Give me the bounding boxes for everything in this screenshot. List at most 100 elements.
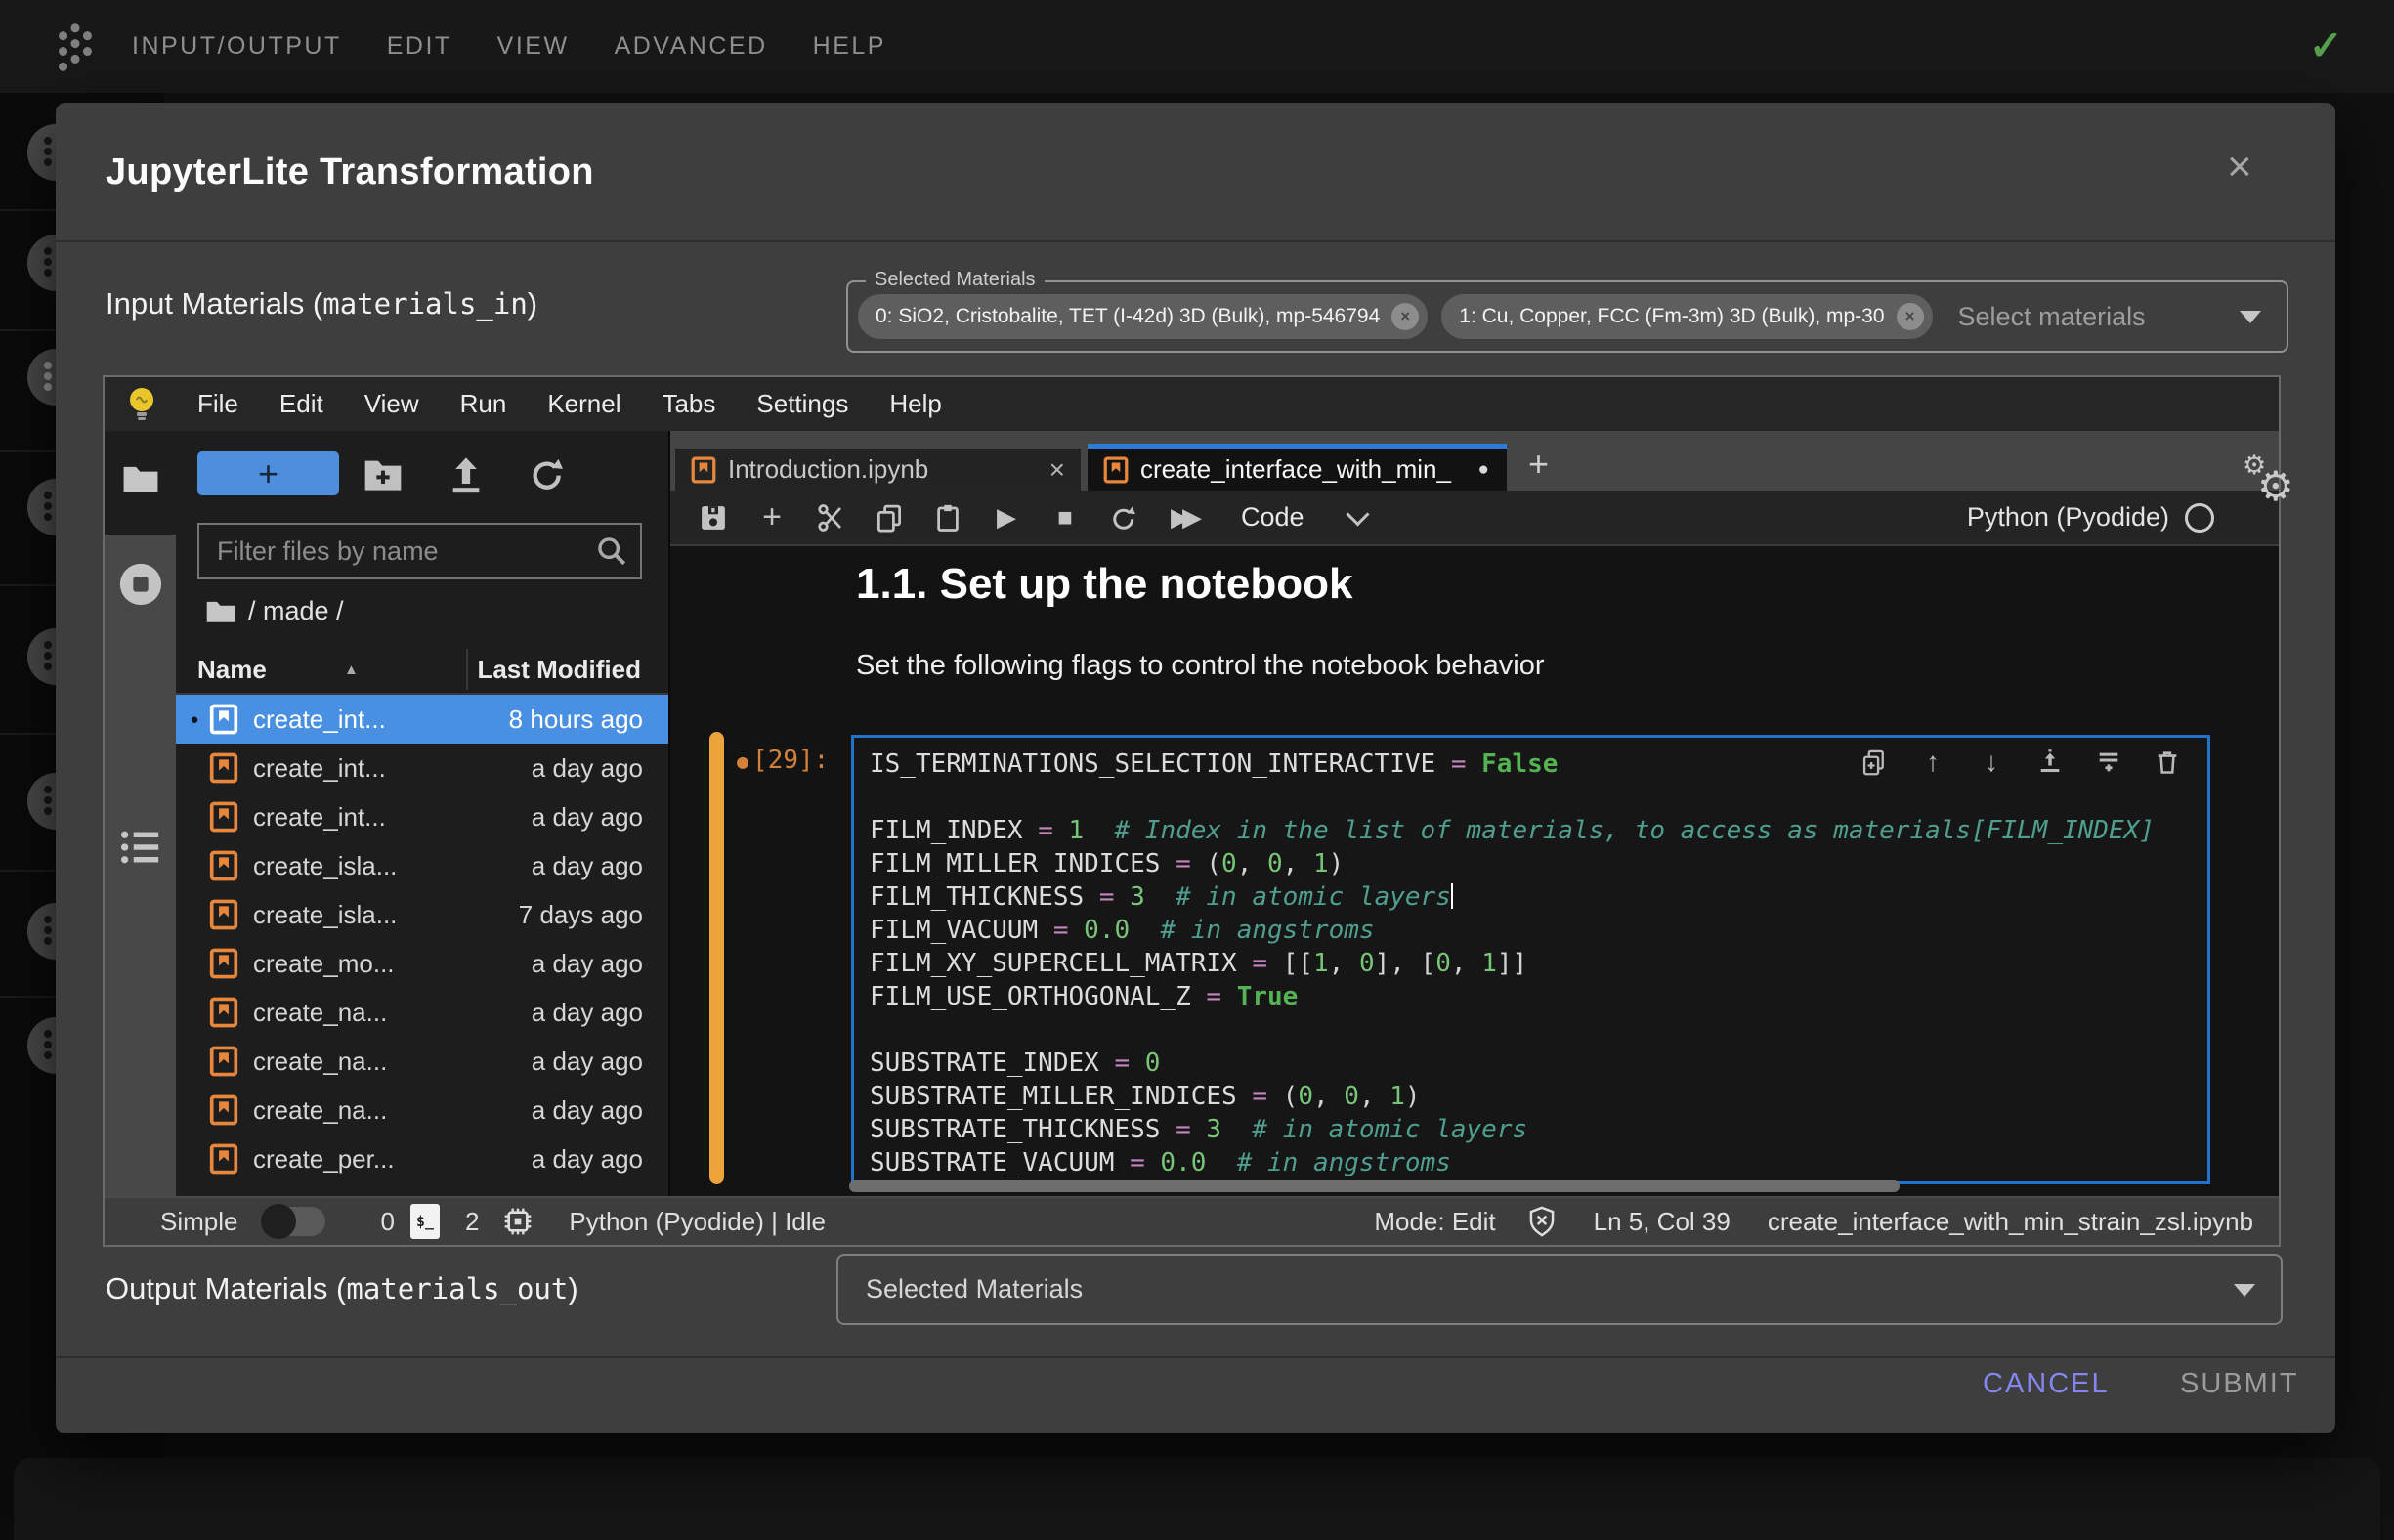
kernel-name[interactable]: Python (Pyodide) [1967, 502, 2169, 533]
delete-cell-icon[interactable] [2153, 748, 2182, 777]
material-chip[interactable]: 0: SiO2, Cristobalite, TET (I-42d) 3D (B… [858, 294, 1428, 339]
jupyter-menu-settings[interactable]: Settings [736, 389, 869, 419]
mode-indicator[interactable]: Mode: Edit [1374, 1207, 1495, 1237]
upload-icon[interactable] [447, 454, 486, 493]
output-materials-label: Output Materials (materials_out) [106, 1271, 578, 1306]
new-folder-icon[interactable] [363, 454, 403, 493]
simple-mode-toggle[interactable] [261, 1207, 325, 1236]
notebook-panel: Introduction.ipynb × create_interface_wi… [670, 431, 2279, 1196]
file-row[interactable]: ● create_int... 8 hours ago [176, 695, 668, 744]
search-icon [595, 535, 628, 568]
insert-cell-below-icon[interactable] [2094, 748, 2123, 777]
paste-cells-icon[interactable] [932, 502, 963, 534]
jupyter-menu-tabs[interactable]: Tabs [641, 389, 736, 419]
menu-help[interactable]: HELP [791, 32, 909, 61]
submit-button[interactable]: SUBMIT [2174, 1367, 2305, 1401]
move-cell-up-icon[interactable]: ↑ [1918, 748, 1947, 777]
notebook-content[interactable]: 1.1. Set up the notebook Set the followi… [670, 546, 2279, 1196]
cut-cells-icon[interactable] [815, 502, 846, 534]
file-row[interactable]: ● create_na... a day ago [176, 1037, 668, 1086]
kernel-status-icon[interactable] [2185, 503, 2214, 533]
chip-delete-icon[interactable]: × [1897, 303, 1924, 330]
horizontal-scrollbar-thumb[interactable] [849, 1180, 1900, 1192]
folder-icon [205, 598, 236, 623]
stop-kernel-icon[interactable]: ■ [1049, 502, 1081, 534]
new-launcher-button[interactable]: + [197, 451, 339, 495]
tab-create-interface[interactable]: create_interface_with_min_ ● [1088, 444, 1507, 491]
menu-edit[interactable]: EDIT [364, 32, 475, 61]
jupyter-menu-edit[interactable]: Edit [259, 389, 344, 419]
filebrowser-tab-active[interactable] [105, 431, 176, 535]
sort-asc-icon[interactable]: ▲ [344, 662, 359, 678]
cell-type-select[interactable]: Code [1241, 502, 1304, 533]
menu-input-output[interactable]: INPUT/OUTPUT [109, 32, 364, 61]
chip-delete-icon[interactable]: × [1391, 303, 1419, 330]
material-chip[interactable]: 1: Cu, Copper, FCC (Fm-3m) 3D (Bulk), mp… [1441, 294, 1932, 339]
jupyter-menu-view[interactable]: View [344, 389, 440, 419]
add-tab-icon[interactable]: + [1528, 444, 1549, 485]
notebook-icon [209, 1143, 238, 1175]
cell-collapser[interactable] [709, 732, 724, 1184]
menu-view[interactable]: VIEW [475, 32, 592, 61]
file-row[interactable]: ● create_int... a day ago [176, 744, 668, 792]
column-last-modified[interactable]: Last Modified [477, 655, 641, 685]
notebook-icon [209, 704, 238, 735]
move-cell-down-icon[interactable]: ↓ [1977, 748, 2006, 777]
file-row[interactable]: ● create_per... a day ago [176, 1134, 668, 1183]
file-row[interactable]: ● create_na... a day ago [176, 988, 668, 1037]
jupyter-activity-bar [105, 431, 176, 1196]
run-cell-icon[interactable]: ▶ [991, 502, 1022, 534]
cursor-position[interactable]: Ln 5, Col 39 [1594, 1207, 1731, 1237]
file-row[interactable]: ● create_int... a day ago [176, 792, 668, 841]
running-sessions-icon[interactable] [118, 562, 163, 607]
cancel-button[interactable]: CANCEL [1977, 1367, 2116, 1401]
widget-settings-button[interactable]: ⚙ ⚙ [2243, 452, 2295, 507]
insert-cell-above-icon[interactable] [2035, 748, 2065, 777]
save-icon[interactable] [698, 502, 729, 534]
copy-cells-icon[interactable] [874, 502, 905, 534]
close-icon[interactable]: × [2227, 146, 2252, 189]
jupyter-menu: File Edit View Run Kernel Tabs Settings … [177, 389, 962, 419]
file-modified: a day ago [532, 753, 643, 784]
folder-icon[interactable] [122, 462, 159, 493]
menu-advanced[interactable]: ADVANCED [592, 32, 791, 61]
jupyter-menu-run[interactable]: Run [440, 389, 528, 419]
file-row[interactable]: ● create_isla... 7 days ago [176, 890, 668, 939]
breadcrumb-path[interactable]: / made / [248, 596, 344, 626]
file-name: create_int... [253, 753, 386, 784]
code-editor[interactable]: IS_TERMINATIONS_SELECTION_INTERACTIVE = … [854, 738, 2207, 1184]
terminal-icon[interactable]: $_ [410, 1204, 440, 1239]
kernel-chip-icon[interactable] [502, 1206, 534, 1237]
run-all-icon[interactable]: ▶▶ [1167, 502, 1206, 534]
selected-materials-multiselect[interactable]: Selected Materials 0: SiO2, Cristobalite… [846, 280, 2288, 353]
modified-dot-icon: ● [737, 749, 748, 773]
breadcrumb[interactable]: / made / [205, 591, 344, 630]
file-modified: a day ago [532, 949, 643, 979]
file-modified: a day ago [532, 1095, 643, 1126]
trust-shield-icon[interactable] [1527, 1206, 1557, 1237]
chevron-down-icon[interactable] [1346, 502, 1369, 526]
duplicate-cell-icon[interactable] [1860, 748, 1889, 777]
file-row[interactable]: ● create_mo... a day ago [176, 939, 668, 988]
kernel-status-text[interactable]: Python (Pyodide) | Idle [569, 1207, 826, 1237]
file-row[interactable]: ● create_isla... a day ago [176, 841, 668, 890]
refresh-icon[interactable] [528, 454, 567, 493]
column-name[interactable]: Name [197, 655, 267, 685]
terminal-count[interactable]: 0 [380, 1207, 394, 1237]
tab-close-icon[interactable]: × [1049, 454, 1065, 486]
jupyter-menu-kernel[interactable]: Kernel [527, 389, 641, 419]
table-of-contents-icon[interactable] [119, 828, 162, 867]
jupyter-menu-file[interactable]: File [177, 389, 259, 419]
chevron-down-icon[interactable] [2240, 311, 2261, 323]
kernel-count[interactable]: 2 [465, 1207, 479, 1237]
file-row[interactable]: ● create_na... a day ago [176, 1086, 668, 1134]
restart-kernel-icon[interactable] [1108, 502, 1139, 534]
jupyter-menu-help[interactable]: Help [869, 389, 962, 419]
filter-files-input[interactable] [215, 535, 595, 568]
app-logo-icon[interactable] [49, 21, 102, 72]
tab-introduction[interactable]: Introduction.ipynb × [675, 449, 1081, 491]
code-cell[interactable]: IS_TERMINATIONS_SELECTION_INTERACTIVE = … [851, 735, 2210, 1184]
insert-cell-icon[interactable]: + [756, 502, 788, 534]
output-materials-select[interactable]: Selected Materials [836, 1254, 2283, 1325]
chevron-down-icon[interactable] [2234, 1284, 2255, 1297]
